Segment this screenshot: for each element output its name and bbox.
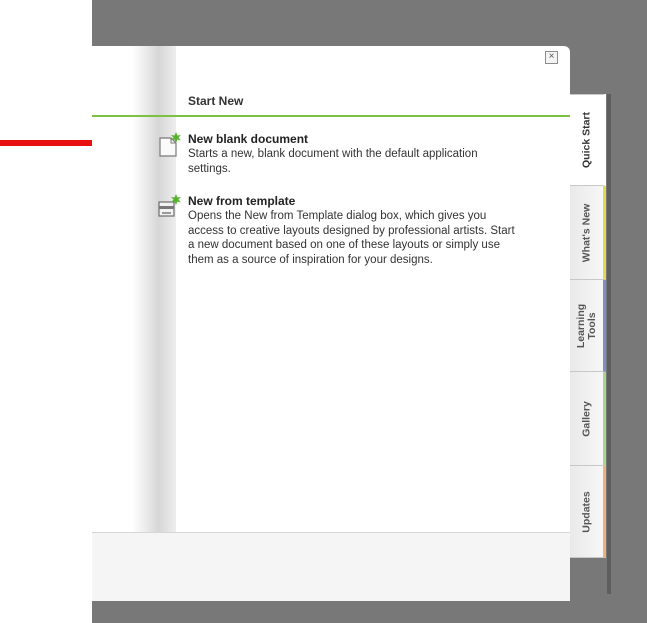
tab-label: Updates xyxy=(580,490,592,533)
panel-spine xyxy=(132,46,176,601)
new-blank-document-title[interactable]: New blank document xyxy=(188,132,308,146)
tab-learning-tools[interactable]: Learning Tools xyxy=(570,280,606,372)
close-button[interactable]: × xyxy=(545,51,558,64)
tab-label: Gallery xyxy=(580,400,592,437)
new-from-template-title[interactable]: New from template xyxy=(188,194,295,208)
tab-updates[interactable]: Updates xyxy=(570,466,606,558)
tab-strip-shadow xyxy=(607,94,611,594)
section-title: Start New xyxy=(188,94,244,108)
tab-label: Quick Start xyxy=(580,111,592,169)
new-from-template-item[interactable]: New from template Opens the New from Tem… xyxy=(156,194,516,304)
panel-footer xyxy=(92,533,570,601)
section-divider xyxy=(92,115,570,117)
new-from-template-icon xyxy=(158,194,181,217)
new-blank-document-icon xyxy=(159,132,181,157)
new-blank-document-description: Starts a new, blank document with the de… xyxy=(188,148,478,175)
tab-gallery[interactable]: Gallery xyxy=(570,372,606,466)
tab-label: Learning Tools xyxy=(574,303,598,348)
tab-whats-new[interactable]: What's New xyxy=(570,186,606,280)
new-blank-document-item[interactable]: New blank document Starts a new, blank d… xyxy=(156,132,516,182)
tab-label: What's New xyxy=(580,203,592,262)
tab-quick-start[interactable]: Quick Start xyxy=(570,94,606,186)
welcome-screen-panel: × Start New New blank document Starts a … xyxy=(92,46,570,601)
new-from-template-description: Opens the New from Template dialog box, … xyxy=(188,210,515,266)
